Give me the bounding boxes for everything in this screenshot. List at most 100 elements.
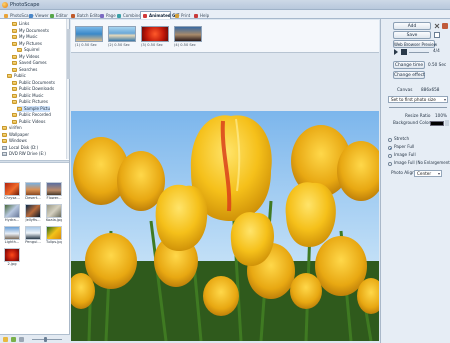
refresh-icon[interactable] (11, 337, 16, 342)
tree-item[interactable]: DVD RW Drive (E:) (2, 151, 46, 157)
frame-strip: (1) 0.50 Sec (2) 0.50 Sec (3) 0.50 Sec (4) … (71, 20, 379, 53)
frame-slider[interactable] (409, 52, 429, 53)
tree-item[interactable]: My Videos (12, 54, 39, 60)
tree-item[interactable]: Local Disk (D:) (2, 145, 38, 151)
folder-tree[interactable]: Links My Documents My Music My Pictures Squi… (0, 19, 68, 159)
color-dropdown-icon[interactable] (445, 120, 449, 126)
tree-item[interactable]: My Music (12, 34, 37, 40)
file-thumbnail[interactable]: Koala.jpg (46, 204, 62, 225)
animation-frame[interactable]: (3) 0.50 Sec (141, 26, 169, 48)
thumbnail-image (46, 226, 62, 240)
tree-item[interactable]: Public Pictures (12, 99, 48, 105)
tab-combine[interactable]: Combine (114, 11, 141, 19)
folder-icon (12, 113, 17, 117)
tree-item[interactable]: Squirrel (17, 47, 39, 53)
tree-item[interactable]: virifen (2, 125, 22, 131)
right-panel: Add Save Web Browser Preview 4/4 Change … (380, 19, 450, 343)
tree-item[interactable]: Public Recorded (12, 112, 51, 118)
animation-frame[interactable]: (1) 0.50 Sec (75, 26, 103, 48)
image-full-no-enlarge-radio[interactable] (388, 162, 392, 166)
thumbnail-size-slider[interactable] (32, 339, 62, 340)
star-icon[interactable] (3, 337, 8, 342)
file-thumbnail[interactable]: Jellyfis... (25, 204, 41, 225)
scrollbar-thumb[interactable] (67, 29, 70, 79)
stretch-radio[interactable] (388, 138, 392, 142)
play-icon[interactable] (393, 49, 399, 55)
background-color-swatch[interactable] (430, 121, 444, 126)
tree-item[interactable]: Wallpaper (2, 132, 29, 138)
file-thumbnail-list: Chrysa... Desert... Flower... Hydra... Jelly… (0, 164, 68, 329)
tab-editor[interactable]: Editor (47, 11, 68, 19)
tree-item[interactable]: My Documents (12, 28, 49, 34)
file-thumbnail[interactable]: Pengui... (25, 226, 41, 247)
tab-label: Print (181, 13, 191, 18)
folder-icon (12, 35, 17, 39)
close-icon[interactable] (434, 23, 440, 29)
file-name: 2.jpg (7, 262, 17, 266)
folder-icon (12, 93, 17, 98)
tree-item[interactable]: Public Downloads (12, 86, 54, 92)
thumbnail-image (4, 226, 20, 240)
file-thumbnail[interactable]: Hydra... (4, 204, 20, 225)
tree-item-label: Local Disk (D:) (9, 144, 39, 150)
folder-icon (12, 41, 17, 46)
animation-frame[interactable]: (2) 0.50 Sec (108, 26, 136, 48)
file-thumbnail[interactable]: Desert... (25, 182, 41, 203)
file-thumbnail[interactable]: 2.jpg (4, 248, 20, 269)
tab-print[interactable]: Print (172, 11, 190, 19)
tab-page[interactable]: Page (97, 11, 116, 19)
tab-batch-editor[interactable]: Batch Editor (68, 11, 102, 19)
folder-up-icon[interactable] (19, 337, 24, 342)
tree-item[interactable]: Searches (12, 67, 37, 73)
add-button[interactable]: Add (393, 22, 431, 30)
photo-align-select[interactable]: Center ▾ (414, 170, 442, 177)
file-name: Jellyfis... (25, 218, 41, 222)
stop-icon[interactable] (401, 49, 407, 55)
image-full-radio[interactable] (388, 154, 392, 158)
tree-item[interactable]: Saved Games (12, 60, 47, 66)
file-thumbnail[interactable]: Flower... (46, 182, 62, 203)
file-thumbnail[interactable]: Chrysa... (4, 182, 20, 203)
image-full-label: Image Full (394, 152, 416, 157)
change-time-button[interactable]: Change time (393, 61, 425, 69)
tab-viewer[interactable]: Viewer (26, 11, 49, 19)
save-button[interactable]: Save (393, 31, 431, 39)
tree-item-label: My Music (19, 34, 38, 39)
change-effect-button[interactable]: Change effect (393, 71, 425, 79)
tree-item-label: Wallpaper (9, 131, 30, 137)
tree-item[interactable]: Windows (2, 138, 27, 144)
thumbnail-image (46, 204, 62, 218)
tree-item[interactable]: Public Documents (12, 80, 55, 86)
tree-item[interactable]: Public (7, 73, 26, 79)
file-name: Lighth... (4, 240, 20, 244)
canvas-size-select[interactable]: Set to first photo size ▾ (388, 96, 448, 103)
tree-scrollbar[interactable] (66, 19, 70, 159)
tree-item[interactable]: Public Videos (12, 119, 45, 125)
thumbnail-image (46, 182, 62, 196)
tree-item[interactable]: Sample Pictu (17, 105, 51, 112)
tree-item[interactable]: Links (12, 21, 29, 27)
tab-photoscape[interactable]: PhotoScape (1, 11, 34, 19)
animation-frame[interactable]: (4) 0.50 Sec (174, 26, 202, 48)
file-thumbnail[interactable]: Lighth... (4, 226, 20, 247)
web-browser-preview-button[interactable]: Web Browser Preview (393, 40, 437, 48)
panel-splitter[interactable] (0, 160, 69, 163)
thumbnail-image (4, 204, 20, 218)
size-slider[interactable] (389, 107, 447, 108)
photo-align-label: Photo Align (391, 170, 415, 175)
slider-knob[interactable] (44, 337, 47, 342)
file-thumbnail[interactable]: Tulips.jpg (46, 226, 62, 247)
list-icon[interactable] (434, 32, 440, 38)
tree-item[interactable]: My Pictures (12, 41, 42, 47)
tab-animated-gif[interactable]: Animated GIF (140, 11, 180, 19)
tab-icon (50, 14, 54, 18)
trash-icon[interactable] (442, 23, 448, 29)
tab-icon (29, 14, 33, 18)
tree-item[interactable]: Public Music (12, 93, 44, 99)
tree-item-label: Public Downloads (19, 86, 55, 91)
tree-item-label: Public Pictures (19, 99, 48, 104)
tree-item-label: Public (14, 73, 26, 78)
tab-help[interactable]: Help (191, 11, 209, 19)
tab-icon (100, 14, 104, 18)
paper-full-radio[interactable] (388, 146, 392, 150)
